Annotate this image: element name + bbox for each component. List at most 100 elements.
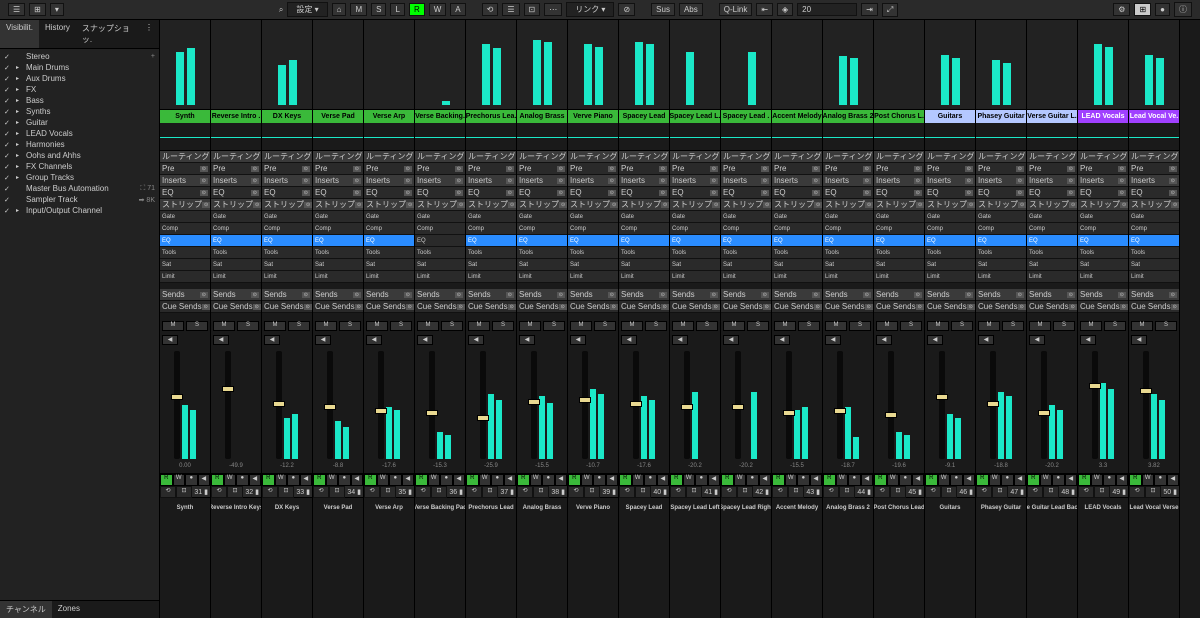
read-automation-button[interactable]: R [211, 474, 224, 486]
mute-button[interactable]: M [621, 321, 643, 331]
tab-snapshots[interactable]: スナップショッ. [76, 20, 139, 48]
expand-arrow-icon[interactable]: ▸ [16, 75, 22, 82]
expand-icon[interactable]: ⤢ [882, 3, 898, 17]
eq-curve[interactable] [211, 123, 261, 151]
cue-sends-slot[interactable]: Cue Sends⊙ [262, 301, 312, 313]
mono-button[interactable]: ● [1154, 474, 1167, 486]
sidebar-item[interactable]: ✓ Sampler Track ➡ 8K [0, 194, 159, 205]
limit-slot[interactable]: Limit [364, 271, 414, 283]
mute-button[interactable]: M [519, 321, 541, 331]
routing-slot[interactable]: ルーティング⊙ [772, 151, 822, 163]
solo-button[interactable]: S [1104, 321, 1126, 331]
sidebar-item[interactable]: ✓ ▸ Bass [0, 95, 159, 106]
home-button[interactable]: ⌂ [332, 3, 347, 16]
limit-slot[interactable]: Limit [619, 271, 669, 283]
cue-sends-slot[interactable]: Cue Sends⊙ [925, 301, 975, 313]
eq-curve[interactable] [619, 123, 669, 151]
sidebar-item[interactable]: ✓ ▸ Harmonies [0, 139, 159, 150]
fader-slot[interactable] [531, 351, 537, 459]
channel-name-header[interactable]: Guitars [925, 110, 975, 123]
mono-button[interactable]: ● [440, 474, 453, 486]
strip-slot[interactable]: ストリップ⊙ [313, 199, 363, 211]
eq-label-slot[interactable]: EQ⊙ [364, 187, 414, 199]
gate-slot[interactable]: Gate [415, 211, 465, 223]
sidebar-item[interactable]: ✓ Master Bus Automation ⛶ 71 [0, 183, 159, 194]
solo-button[interactable]: S [390, 321, 412, 331]
eq-curve[interactable] [1027, 123, 1077, 151]
mute-button[interactable]: M [570, 321, 592, 331]
eq-label-slot[interactable]: EQ⊙ [721, 187, 771, 199]
mute-button[interactable]: M [417, 321, 439, 331]
eq-active-slot[interactable]: EQ [925, 235, 975, 247]
strip-slot[interactable]: ストリップ⊙ [568, 199, 618, 211]
fader-handle[interactable] [630, 401, 642, 407]
zoom-out-icon[interactable]: ⇤ [756, 3, 773, 16]
sat-slot[interactable]: Sat [517, 259, 567, 271]
link-icon[interactable]: ⟲ [823, 486, 839, 498]
cue-sends-slot[interactable]: Cue Sends⊙ [364, 301, 414, 313]
read-automation-button[interactable]: R [823, 474, 836, 486]
sends-slot[interactable]: Sends⊙ [670, 289, 720, 301]
gate-slot[interactable]: Gate [925, 211, 975, 223]
write-automation-button[interactable]: W [428, 474, 441, 486]
inserts-slot[interactable]: Inserts⊙ [670, 175, 720, 187]
speaker-button[interactable]: ◀ [912, 474, 925, 486]
pre-slot[interactable]: Pre⊙ [721, 163, 771, 175]
speaker-button[interactable]: ◀ [1167, 474, 1180, 486]
sat-slot[interactable]: Sat [160, 259, 210, 271]
channel-name-header[interactable]: Reverse Intro . [211, 110, 261, 123]
eq-active-slot[interactable]: EQ [364, 235, 414, 247]
link-icon[interactable]: ⟲ [568, 486, 584, 498]
limit-slot[interactable]: Limit [211, 271, 261, 283]
listen-button[interactable]: ◀ [876, 335, 892, 345]
listen-button[interactable]: ◀ [213, 335, 229, 345]
sends-slot[interactable]: Sends⊙ [772, 289, 822, 301]
comp-slot[interactable]: Comp [262, 223, 312, 235]
gate-slot[interactable]: Gate [568, 211, 618, 223]
comp-slot[interactable]: Comp [364, 223, 414, 235]
e-icon[interactable]: ⊡ [533, 486, 549, 498]
speaker-button[interactable]: ◀ [963, 474, 976, 486]
routing-slot[interactable]: ルーティング⊙ [619, 151, 669, 163]
comp-slot[interactable]: Comp [619, 223, 669, 235]
channel-name-footer[interactable]: Accent Melody [772, 498, 822, 518]
tools-slot[interactable]: Tools [1078, 247, 1128, 259]
menu-icon[interactable]: ☰ [8, 3, 25, 16]
channel-name-header[interactable]: Verse Backing. [415, 110, 465, 123]
e-icon[interactable]: ⊡ [788, 486, 804, 498]
sends-slot[interactable]: Sends⊙ [874, 289, 924, 301]
channel-name-header[interactable]: Synth [160, 110, 210, 123]
sidebar-item[interactable]: ✓ ▸ Synths [0, 106, 159, 117]
eq-curve[interactable] [721, 123, 771, 151]
strip-slot[interactable]: ストリップ⊙ [721, 199, 771, 211]
routing-slot[interactable]: ルーティング⊙ [1129, 151, 1179, 163]
link-icon[interactable]: ⟲ [415, 486, 431, 498]
fader-slot[interactable] [1041, 351, 1047, 459]
inserts-slot[interactable]: Inserts⊙ [772, 175, 822, 187]
mute-button[interactable]: M [264, 321, 286, 331]
mute-button[interactable]: M [468, 321, 490, 331]
eq-active-slot[interactable]: EQ [874, 235, 924, 247]
e-icon[interactable]: ⊡ [176, 486, 192, 498]
sat-slot[interactable]: Sat [262, 259, 312, 271]
speaker-button[interactable]: ◀ [708, 474, 721, 486]
fader-slot[interactable] [684, 351, 690, 459]
fader-slot[interactable] [480, 351, 486, 459]
listen-button[interactable]: ◀ [162, 335, 178, 345]
channel-name-footer[interactable]: Spacey Lead Left [670, 498, 720, 518]
link-icon[interactable]: ⟲ [364, 486, 380, 498]
picture-icon[interactable]: ⊡ [524, 3, 541, 16]
fader-handle[interactable] [579, 397, 591, 403]
fader-slot[interactable] [378, 351, 384, 459]
automation-button[interactable]: A [450, 3, 465, 16]
comp-slot[interactable]: Comp [976, 223, 1026, 235]
eq-active-slot[interactable]: EQ [619, 235, 669, 247]
sends-slot[interactable]: Sends⊙ [364, 289, 414, 301]
sat-slot[interactable]: Sat [415, 259, 465, 271]
channel-name-footer[interactable]: Reverse Intro Keys [211, 498, 261, 518]
sidebar-item[interactable]: ✓ ▸ FX [0, 84, 159, 95]
read-automation-button[interactable]: R [313, 474, 326, 486]
speaker-button[interactable]: ◀ [1014, 474, 1027, 486]
channel-name-footer[interactable]: Lead Vocal Verse [1129, 498, 1179, 518]
tools-slot[interactable]: Tools [874, 247, 924, 259]
